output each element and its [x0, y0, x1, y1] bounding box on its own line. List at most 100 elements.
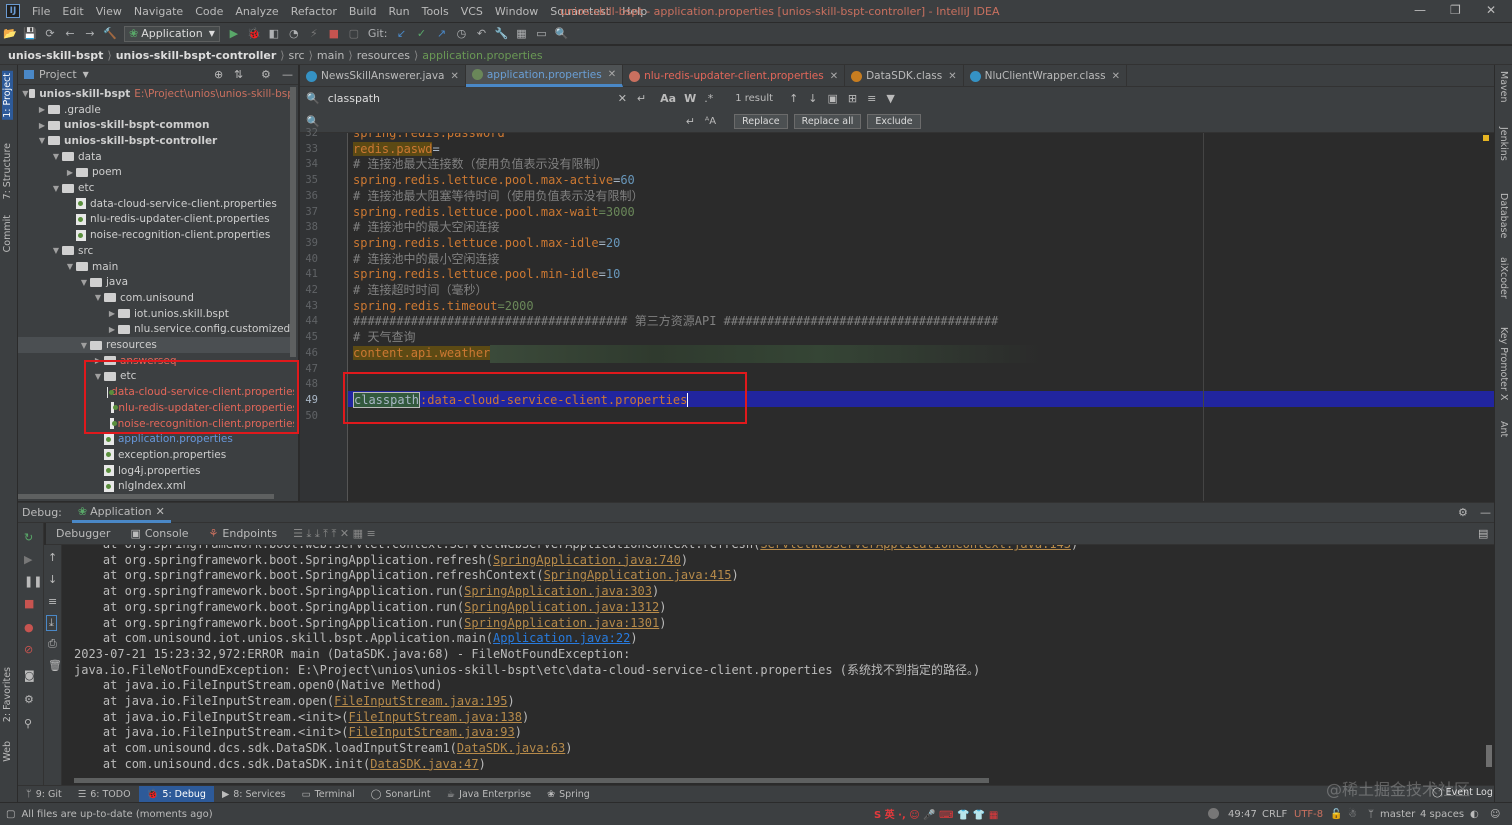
funnel-icon[interactable]: ▼ — [886, 92, 894, 105]
bottom-tab[interactable]: ❀ Spring — [539, 786, 598, 803]
tab-favorites[interactable]: 2: Favorites — [2, 667, 13, 722]
close-icon[interactable]: ✕ — [948, 71, 956, 82]
console-link[interactable]: DataSDK.java:47 — [370, 757, 478, 771]
pause-icon[interactable]: ❚❚ — [24, 575, 42, 588]
bottom-tab[interactable]: ☕ Java Enterprise — [439, 786, 540, 803]
console-link[interactable]: SpringApplication.java:740 — [493, 553, 681, 567]
tree-item[interactable]: nlgIndex.xml — [18, 479, 294, 495]
breadcrumb-item[interactable]: src — [289, 49, 305, 62]
bottom-tab[interactable]: ▶ 8: Services — [214, 786, 294, 803]
editor-tab[interactable]: NewsSkillAnswerer.java ✕ — [300, 65, 466, 87]
close-icon[interactable]: ✕ — [830, 71, 838, 82]
tab-commit[interactable]: Commit — [2, 215, 13, 252]
notifications-icon[interactable]: ◐ — [1470, 809, 1479, 820]
console-horizontal-scrollbar[interactable] — [74, 778, 989, 783]
tree-item[interactable]: data-cloud-service-client.properties — [18, 196, 294, 212]
chevron-down-icon[interactable]: ▼ — [36, 136, 48, 145]
console-link[interactable]: ServletWebServerApplicationContext.java:… — [760, 545, 1071, 551]
tree-item[interactable]: ▼ etc — [18, 180, 294, 196]
git-branch[interactable]: master — [1380, 809, 1415, 820]
vertical-scrollbar[interactable] — [290, 87, 296, 357]
git-update-icon[interactable]: ↙ — [393, 26, 409, 42]
code-line[interactable]: spring.redis.lettuce.pool.max-idle=20 — [353, 236, 620, 252]
tab-project[interactable]: 1: Project — [2, 71, 13, 120]
chevron-down-icon[interactable]: ▼ — [92, 293, 104, 302]
code-line[interactable]: spring.redis.timeout=2000 — [353, 299, 534, 315]
breadcrumb-item[interactable]: unios-skill-bspt — [8, 49, 103, 62]
console-link[interactable]: DataSDK.java:63 — [457, 741, 565, 755]
bottom-tab[interactable]: ◯ SonarLint — [363, 786, 439, 803]
scroll-end-icon[interactable]: ⤓ — [46, 615, 57, 631]
code-line[interactable]: # 连接池中的最小空闲连接 — [353, 252, 499, 268]
chevron-down-icon[interactable]: ▼ — [50, 246, 62, 255]
breadcrumb-item[interactable]: unios-skill-bspt-controller — [116, 49, 277, 62]
tree-item[interactable]: log4j.properties — [18, 463, 294, 479]
menu-item-run[interactable]: Run — [383, 5, 416, 18]
preserve-case-icon[interactable]: ᴬA — [705, 116, 716, 127]
tree-item[interactable]: noise-recognition-client.properties — [18, 227, 294, 243]
run-icon[interactable]: ▶ — [226, 26, 242, 42]
menu-item-navigate[interactable]: Navigate — [128, 5, 189, 18]
menu-item-code[interactable]: Code — [189, 5, 229, 18]
breadcrumb-item[interactable]: main — [317, 49, 344, 62]
close-icon[interactable]: ✕ — [608, 69, 616, 80]
bottom-tab[interactable]: 🐞 5: Debug — [138, 785, 214, 803]
tab-console[interactable]: ▣ Console — [120, 527, 198, 540]
chevron-down-icon[interactable]: ▼ — [50, 184, 62, 193]
back-icon[interactable]: ← — [62, 26, 78, 42]
code-line[interactable]: # 连接池最大阻塞等待时间（使用负值表示没有限制） — [353, 189, 643, 205]
editor-tab[interactable]: DataSDK.class ✕ — [845, 65, 964, 87]
locate-icon[interactable]: ⊕ — [214, 68, 223, 81]
console-link[interactable]: FileInputStream.java:195 — [334, 694, 507, 708]
tree-item[interactable]: nlu-redis-updater-client.properties — [18, 212, 294, 228]
editor-tab[interactable]: NluClientWrapper.class ✕ — [964, 65, 1128, 87]
close-icon[interactable]: ✕ — [1112, 71, 1120, 82]
console-output[interactable]: at org.springframework.boot.web.servlet.… — [62, 545, 1482, 778]
regex-toggle[interactable]: .* — [704, 92, 713, 105]
close-icon[interactable]: ✕ — [450, 71, 458, 82]
tree-item[interactable]: ▼ unios-skill-bspt-controller — [18, 133, 294, 149]
run-config-selector[interactable]: ❀ Application ▼ — [124, 25, 220, 42]
chevron-right-icon[interactable]: ▶ — [64, 168, 76, 177]
minimize-icon[interactable]: — — [1414, 3, 1426, 17]
previous-occurrence-icon[interactable]: ↑ — [789, 92, 798, 105]
tab-jenkins[interactable]: Jenkins — [1498, 127, 1509, 161]
console-link[interactable]: SpringApplication.java:303 — [464, 584, 652, 598]
forward-icon[interactable]: → — [82, 26, 98, 42]
console-link[interactable]: SpringApplication.java:415 — [544, 568, 732, 582]
console-link[interactable]: FileInputStream.java:93 — [349, 725, 515, 739]
replace-all-button[interactable]: Replace all — [793, 113, 862, 129]
search-icon[interactable]: 🔍 — [553, 26, 569, 42]
menu-item-file[interactable]: File — [26, 5, 56, 18]
sync-icon[interactable]: ⟳ — [42, 26, 58, 42]
chevron-down-icon[interactable]: ▼ — [50, 152, 62, 161]
multiline-icon[interactable]: ≡ — [867, 92, 876, 105]
console-link[interactable]: Application.java:22 — [493, 631, 630, 645]
tab-aixcoder[interactable]: aiXcoder — [1498, 257, 1509, 299]
close-icon[interactable]: ✕ — [156, 505, 165, 518]
menu-item-view[interactable]: View — [90, 5, 128, 18]
tab-debugger[interactable]: Debugger — [46, 527, 120, 540]
code-area[interactable]: spring.redis.password redis.paswd= # 连接池最大… — [348, 133, 1494, 501]
menu-item-refactor[interactable]: Refactor — [285, 5, 343, 18]
coverage-icon[interactable]: ◧ — [266, 26, 282, 42]
tab-maven[interactable]: Maven — [1498, 71, 1509, 103]
trash-icon[interactable]: 🗑 — [48, 659, 62, 672]
words-toggle[interactable]: W — [684, 92, 696, 105]
git-push-icon[interactable]: ↗ — [433, 26, 449, 42]
code-line[interactable]: spring.redis.lettuce.pool.min-idle=10 — [353, 267, 620, 283]
tree-item[interactable]: exception.properties — [18, 447, 294, 463]
file-encoding[interactable]: UTF-8 — [1294, 809, 1323, 820]
wrench-icon[interactable]: 🔧 — [493, 26, 509, 42]
tree-item[interactable]: ▼ resources — [18, 337, 294, 353]
tree-item[interactable]: ▼ unios-skill-bspt E:\Project\unios\unios… — [18, 86, 294, 102]
tree-item[interactable]: ▼ com.unisound — [18, 290, 294, 306]
debug-icon[interactable]: 🐞 — [246, 26, 262, 42]
chevron-right-icon[interactable]: ▶ — [36, 105, 48, 114]
menu-item-analyze[interactable]: Analyze — [229, 5, 284, 18]
stop-icon[interactable]: ■ — [24, 597, 34, 610]
code-line[interactable]: # 连接池中的最大空闲连接 — [353, 220, 499, 236]
resume-icon[interactable]: ▶ — [24, 553, 32, 566]
menu-item-tools[interactable]: Tools — [416, 5, 455, 18]
print-icon[interactable]: ⎙ — [48, 637, 57, 651]
